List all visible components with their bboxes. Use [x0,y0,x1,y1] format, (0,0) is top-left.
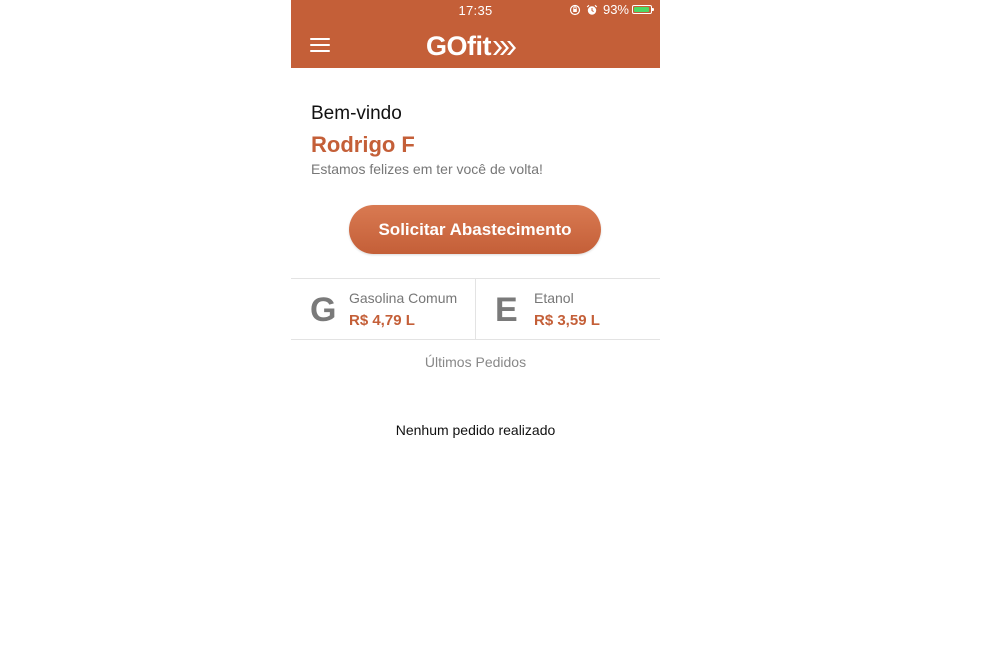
fuel-name: Gasolina Comum [349,290,458,306]
welcome-greeting: Bem-vindo [311,103,402,124]
battery-level [634,7,649,12]
fuel-item-gasoline[interactable]: G Gasolina Comum R$ 4,79 L [291,279,475,339]
fuel-letter: E [495,291,518,329]
request-refuel-button[interactable]: Solicitar Abastecimento [349,205,601,254]
fuel-prices: G Gasolina Comum R$ 4,79 L E Etanol R$ 3… [291,278,660,340]
user-name: Rodrigo F [311,132,415,157]
orientation-lock-icon [569,4,581,15]
welcome-section: Bem-vindo Rodrigo F Estamos felizes em t… [311,103,543,177]
fuel-price: R$ 4,79 L [349,312,415,329]
alarm-icon [586,4,598,15]
orders-title: Últimos Pedidos [424,354,527,370]
logo-chevrons-icon [493,41,516,55]
welcome-subtitle: Estamos felizes em ter você de volta! [311,161,543,177]
orders-empty-message: Nenhum pedido realizado [395,422,556,438]
app-screen: 17:35 93% GOfit Bem-vindo Rodrigo F Esta… [291,0,660,654]
status-indicators: 93% [569,2,654,17]
battery-icon [632,5,654,14]
fuel-letter: G [310,291,337,329]
fuel-name: Etanol [534,290,574,306]
battery-percent: 93% [602,2,629,17]
app-logo: GOfit [426,32,518,60]
logo-text: GOfit [426,31,492,61]
fuel-item-ethanol[interactable]: E Etanol R$ 3,59 L [475,279,660,339]
menu-icon[interactable] [310,38,330,54]
fuel-price: R$ 3,59 L [534,312,600,329]
app-header: 17:35 93% GOfit [291,0,660,68]
